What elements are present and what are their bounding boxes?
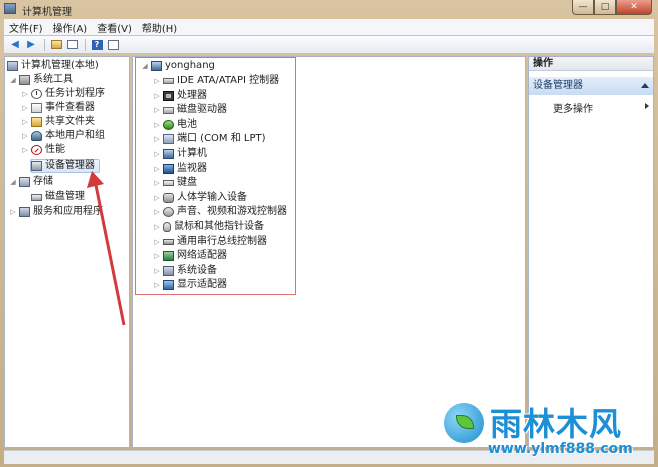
watermark: 雨林木风 www.ylmf888.com (442, 395, 656, 467)
ylmf-logo-icon (442, 401, 486, 445)
annotation-arrow-shaft (94, 184, 126, 326)
computer-management-window: 计算机管理 — □ ✕ 文件(F) 操作(A) 查看(V) 帮助(H) ◀ ▶ … (0, 0, 658, 467)
leaf-icon (456, 415, 474, 429)
annotation-arrow-head (87, 171, 104, 188)
watermark-url: www.ylmf888.com (488, 441, 633, 457)
watermark-name: 雨林木风 (490, 405, 623, 443)
